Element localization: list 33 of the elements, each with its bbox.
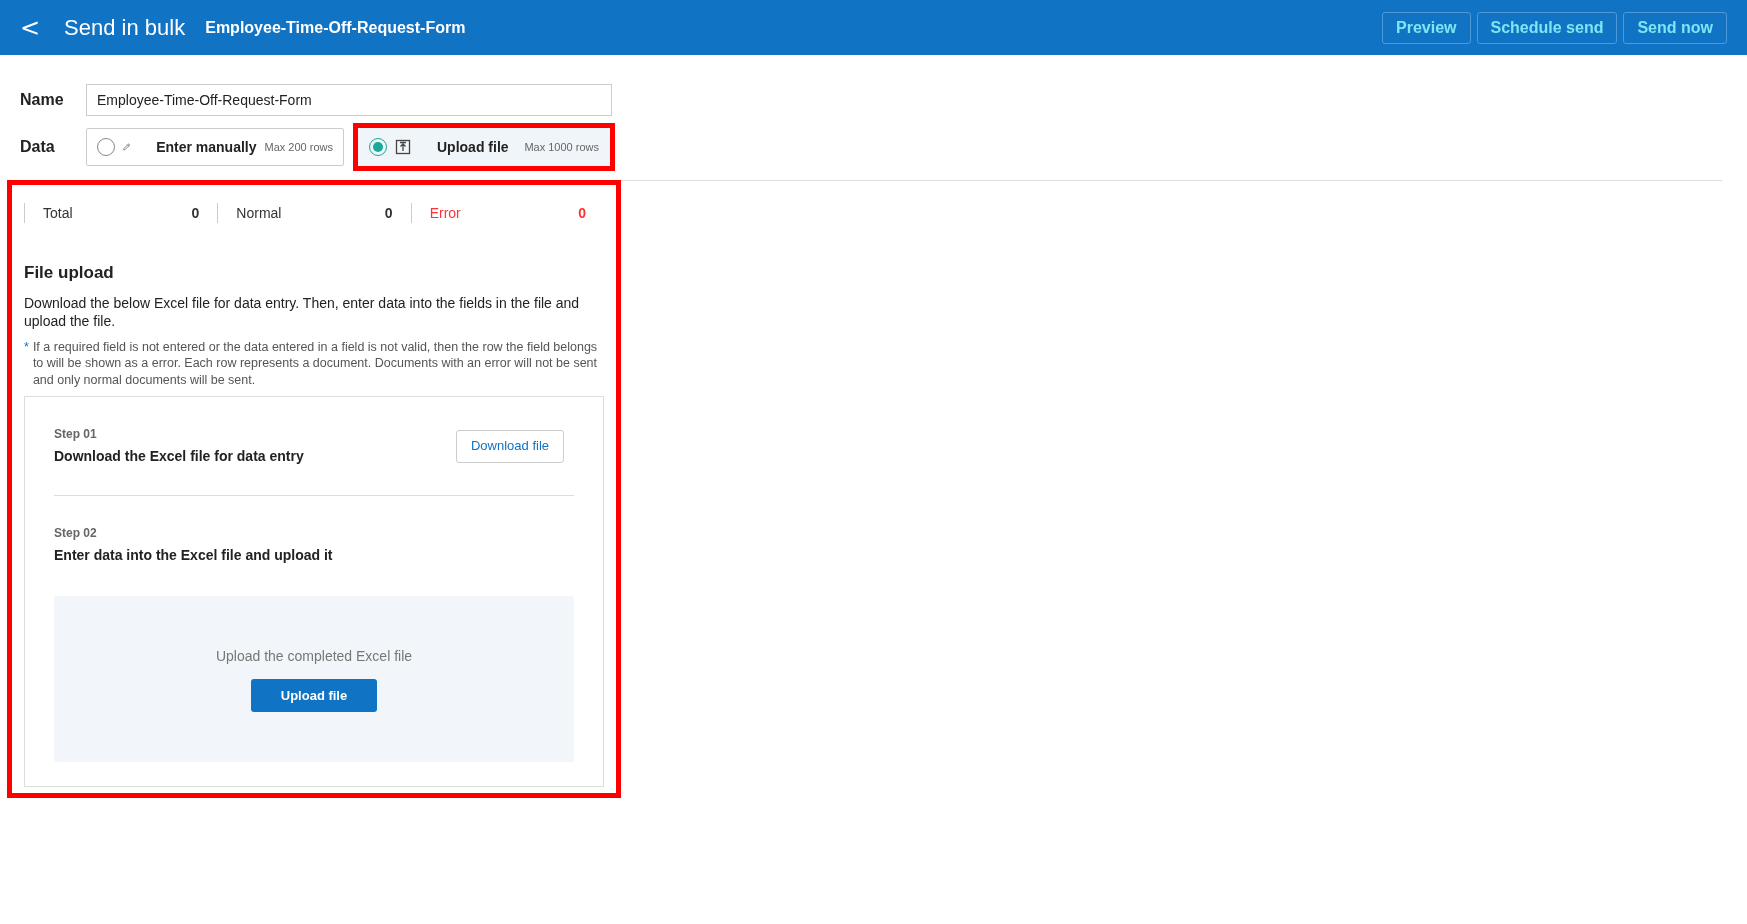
header-button[interactable]: Preview [1382,11,1471,44]
upload-drop-zone[interactable]: Upload the completed Excel file Upload file [54,596,574,762]
note-text: If a required field is not entered or the data entered in a field is not valid, then the row the field belongs to will be shown as a error. Each row represents a document. Documents with an error will not be sent and only normal documents will be sent. [32,338,599,388]
step-title: Download the Excel file for data entry [54,447,304,466]
stat-count: 0 [384,203,393,223]
stat-label: Normal [236,203,282,223]
download-file-button[interactable]: Download file [455,429,564,463]
name-input-field[interactable]: Employee-Time-Off-Request-Form [86,84,612,116]
step-number: Step 01 [54,426,98,443]
header-button[interactable]: Schedule send [1476,11,1618,44]
field-label: Name [20,90,65,110]
step-title: Enter data into the Excel file and upload it [54,546,334,565]
option-label: Upload file [437,137,509,157]
field-label: Data [20,137,56,157]
instructions-text: Download the below Excel file for data entry. Then, enter data into the fields in the file and upload the file. [24,293,581,330]
stat-label: Total [43,203,73,223]
back-button[interactable]: < [20,9,41,46]
step-number: Step 02 [54,525,98,542]
upload-file-button[interactable]: Upload file [251,679,377,712]
section-heading: File upload [24,262,115,284]
row-limit: Max 200 rows [264,139,333,155]
drop-zone-hint: Upload the completed Excel file [215,647,413,666]
option-label: Enter manually [156,137,257,157]
row-limit: Max 1000 rows [524,139,599,155]
stat-count: 0 [578,203,586,223]
data-source-option[interactable]: Upload file Max 1000 rows [358,128,610,166]
stat-label: Error [429,203,461,223]
form-name: Employee-Time-Off-Request-Form [205,17,466,38]
stat-count: 0 [191,203,200,223]
header-button[interactable]: Send now [1623,11,1727,44]
note-asterisk: * [24,338,29,356]
data-source-option[interactable]: Enter manually Max 200 rows [86,128,344,166]
page-title: Send in bulk [64,14,186,42]
